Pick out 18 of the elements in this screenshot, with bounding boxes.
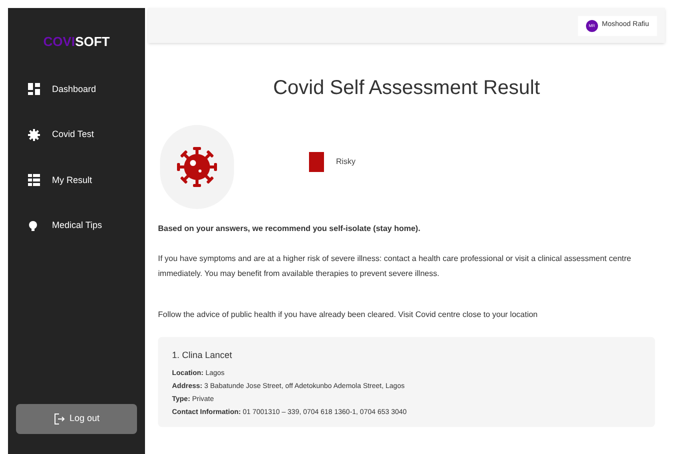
- grid-icon: [28, 83, 40, 96]
- lightbulb-icon: [28, 220, 40, 232]
- logout-icon: [53, 413, 66, 425]
- nav-item[interactable]: Covid Test: [16, 125, 137, 144]
- logo-text: COVI: [43, 33, 76, 51]
- recommendation-text: Based on your answers, we recommend you self-isolate (stay home).: [158, 223, 422, 235]
- list-icon: [28, 174, 40, 186]
- nav-item[interactable]: My Result: [16, 170, 137, 190]
- logo-text: SOFT: [75, 33, 110, 51]
- centre-name: 1. Clina Lancet: [172, 349, 234, 362]
- logout-button[interactable]: Log out: [16, 404, 137, 434]
- status-label: Risky: [336, 156, 356, 168]
- follow-text: Follow the advice of public health if you have already been cleared. Visit Covid centre close to your location: [158, 309, 539, 321]
- nav-item[interactable]: Dashboard: [16, 80, 137, 99]
- advice-text: If you have symptoms and are at a higher risk of severe illness: contact a health care professional or visit a clinical assessment centre immediately. You may benefit from available therapies to prevent severe illness.: [158, 253, 632, 280]
- nav-item[interactable]: Medical Tips: [16, 216, 137, 236]
- gear-icon: [28, 128, 40, 141]
- page-title: Covid Self Assessment Result: [272, 76, 541, 101]
